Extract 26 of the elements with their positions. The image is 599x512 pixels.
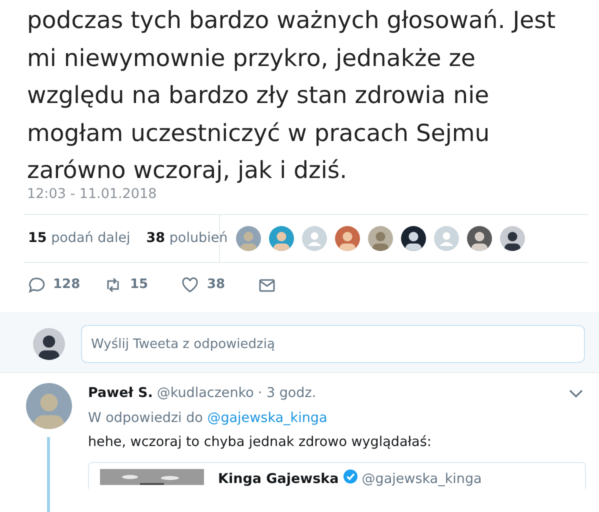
tweet-text-line: względu na bardzo zły stan zdrowia nie bbox=[27, 80, 490, 111]
reply-icon bbox=[27, 276, 45, 294]
author-handle: @kudlaczenko bbox=[156, 384, 254, 404]
chevron-down-icon[interactable] bbox=[569, 388, 583, 398]
author-name: Paweł S. bbox=[88, 384, 153, 404]
like-button[interactable]: 38 bbox=[181, 274, 258, 294]
default-avatar-icon bbox=[302, 226, 327, 251]
mention-link[interactable]: @gajewska_kinga bbox=[207, 410, 328, 426]
stat-link[interactable]: 15 podań dalej bbox=[28, 228, 130, 248]
in-reply-to-text: W odpowiedzi do @gajewska_kinga bbox=[88, 408, 328, 428]
retweet-button[interactable]: 15 bbox=[104, 274, 181, 294]
reply-text: hehe, wczoraj to chyba jednak zdrowo wyglądałaś: bbox=[88, 432, 432, 452]
quoted-author-name: Kinga Gajewska bbox=[218, 470, 339, 489]
timestamp: 12:03 - 11.01.2018 bbox=[27, 184, 158, 204]
quoted-author-handle: @gajewska_kinga bbox=[362, 470, 482, 489]
tweet-time: · 3 godz. bbox=[258, 384, 316, 404]
stat-link[interactable]: 38 polubień bbox=[146, 228, 228, 248]
tweet-text-line: mi niewymownie przykro, jednakże ze bbox=[27, 42, 476, 74]
tweet-text-line: mogłam uczestniczyć w pracach Sejmu bbox=[27, 118, 491, 148]
default-avatar-icon bbox=[434, 226, 459, 251]
reply-button[interactable]: 128 bbox=[27, 274, 104, 294]
heart-icon bbox=[181, 276, 199, 294]
tweet-text-line: zarówno wczoraj, jak i dziś. bbox=[27, 155, 348, 186]
tweet-text-line: podczas tych bardzo ważnych głosowań. Jest bbox=[27, 5, 557, 36]
quoted-tweet-card[interactable]: Kinga Gajewska @gajewska_kinga bbox=[88, 462, 586, 490]
reply-input-field[interactable]: Wyślij Tweeta z odpowiedzią bbox=[81, 325, 585, 364]
